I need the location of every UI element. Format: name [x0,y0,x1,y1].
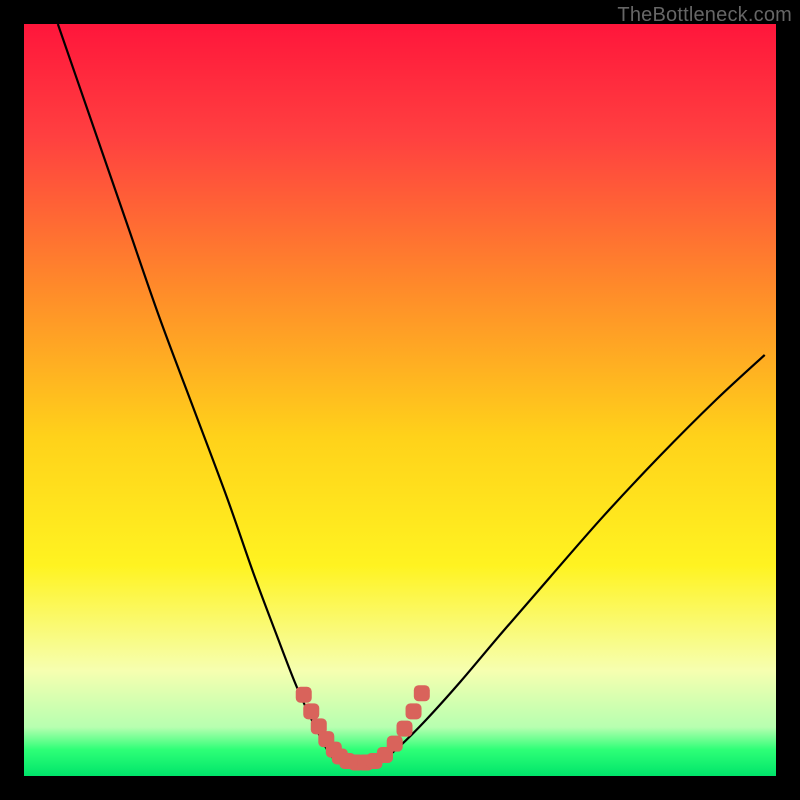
trough-marker [296,687,312,703]
gradient-background [24,24,776,776]
trough-marker [303,703,319,719]
trough-marker [397,721,413,737]
chart-frame [24,24,776,776]
bottleneck-chart [24,24,776,776]
trough-marker [414,685,430,701]
watermark-text: TheBottleneck.com [617,4,792,27]
trough-marker [387,736,403,752]
trough-marker [406,703,422,719]
